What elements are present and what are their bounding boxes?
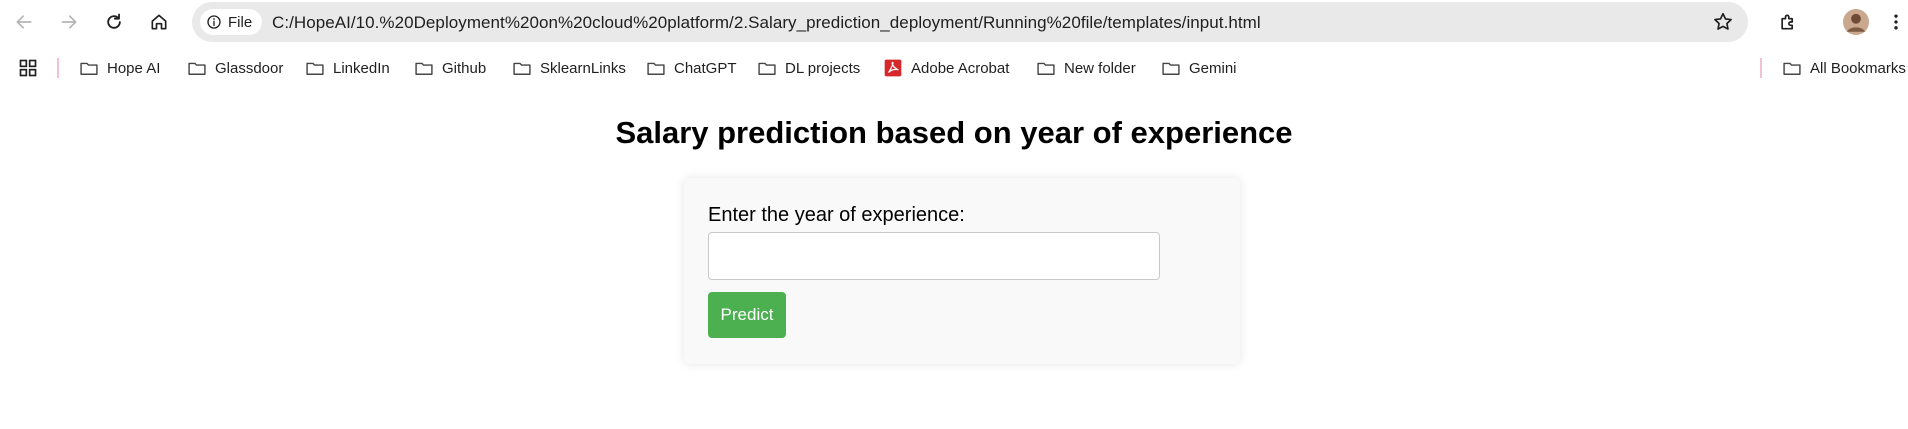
site-info-label: File xyxy=(228,13,253,31)
bookmark-item[interactable]: Hope AI xyxy=(79,50,160,86)
profile-button[interactable] xyxy=(1840,6,1872,38)
all-bookmarks-label: All Bookmarks xyxy=(1810,59,1906,77)
reload-icon xyxy=(107,13,121,29)
url-text[interactable]: C:/HopeAI/10.%20Deployment%20on%20cloud%… xyxy=(272,13,1261,33)
forward-button[interactable] xyxy=(53,6,85,38)
folder-icon xyxy=(1162,62,1180,75)
adobe-acrobat-icon xyxy=(884,59,902,77)
folder-icon xyxy=(513,62,531,75)
bookmark-item[interactable]: DL projects xyxy=(757,50,860,86)
bookmark-item[interactable]: Glassdoor xyxy=(187,50,283,86)
all-bookmarks-button[interactable]: All Bookmarks xyxy=(1782,50,1906,86)
bookmark-label: LinkedIn xyxy=(333,59,390,77)
back-button[interactable] xyxy=(8,6,40,38)
folder-icon xyxy=(306,62,324,75)
folder-icon xyxy=(1783,62,1801,75)
bookmark-label: Hope AI xyxy=(107,59,161,77)
bookmark-item[interactable]: New folder xyxy=(1036,50,1136,86)
home-icon xyxy=(151,14,167,30)
bookmark-label: DL projects xyxy=(785,59,861,77)
experience-input[interactable] xyxy=(708,232,1160,280)
menu-button[interactable] xyxy=(1880,6,1908,38)
browser-toolbar: File C:/HopeAI/10.%20Deployment%20on%20c… xyxy=(0,0,1908,44)
folder-icon xyxy=(80,62,98,75)
predict-button[interactable]: Predict xyxy=(708,292,786,338)
home-button[interactable] xyxy=(143,6,175,38)
site-info-chip[interactable]: File xyxy=(200,9,263,35)
arrow-left-icon xyxy=(16,15,32,29)
bookmark-label: Github xyxy=(442,59,487,77)
folder-icon xyxy=(758,62,776,75)
address-bar[interactable]: File C:/HopeAI/10.%20Deployment%20on%20c… xyxy=(192,2,1748,42)
apps-button[interactable] xyxy=(18,50,38,86)
prediction-form: Enter the year of experience: Predict xyxy=(684,178,1240,364)
bookmark-label: Glassdoor xyxy=(215,59,284,77)
avatar xyxy=(1843,9,1869,35)
bookmark-item[interactable]: Adobe Acrobat xyxy=(883,50,1009,86)
bookmark-item[interactable]: ChatGPT xyxy=(646,50,737,86)
apps-grid-icon xyxy=(19,59,37,77)
folder-icon xyxy=(1037,62,1055,75)
experience-label: Enter the year of experience: xyxy=(708,204,965,226)
folder-icon xyxy=(647,62,665,75)
bookmark-label: Adobe Acrobat xyxy=(911,59,1010,77)
page-title: Salary prediction based on year of exper… xyxy=(615,115,1293,150)
bookmark-item[interactable]: LinkedIn xyxy=(305,50,390,86)
extensions-button[interactable] xyxy=(1772,6,1804,38)
reload-button[interactable] xyxy=(98,6,130,38)
bookmark-label: New folder xyxy=(1064,59,1136,77)
bookmark-item[interactable]: Github xyxy=(414,50,486,86)
bookmarks-divider xyxy=(57,58,59,78)
bookmark-label: SklearnLinks xyxy=(540,59,626,77)
more-vertical-icon xyxy=(1894,14,1898,30)
folder-icon xyxy=(188,62,206,75)
puzzle-piece-icon xyxy=(1781,14,1793,30)
bookmarks-bar: Hope AI Glassdoor LinkedIn Github Sklear… xyxy=(0,50,1908,86)
bookmark-star-icon[interactable] xyxy=(1712,11,1734,33)
info-icon xyxy=(207,15,221,29)
arrow-right-icon xyxy=(61,15,77,29)
folder-icon xyxy=(415,62,433,75)
bookmark-label: Gemini xyxy=(1189,59,1237,77)
bookmark-label: ChatGPT xyxy=(674,59,737,77)
bookmark-item[interactable]: SklearnLinks xyxy=(512,50,626,86)
bookmarks-divider xyxy=(1760,58,1762,78)
bookmark-item[interactable]: Gemini xyxy=(1161,50,1237,86)
